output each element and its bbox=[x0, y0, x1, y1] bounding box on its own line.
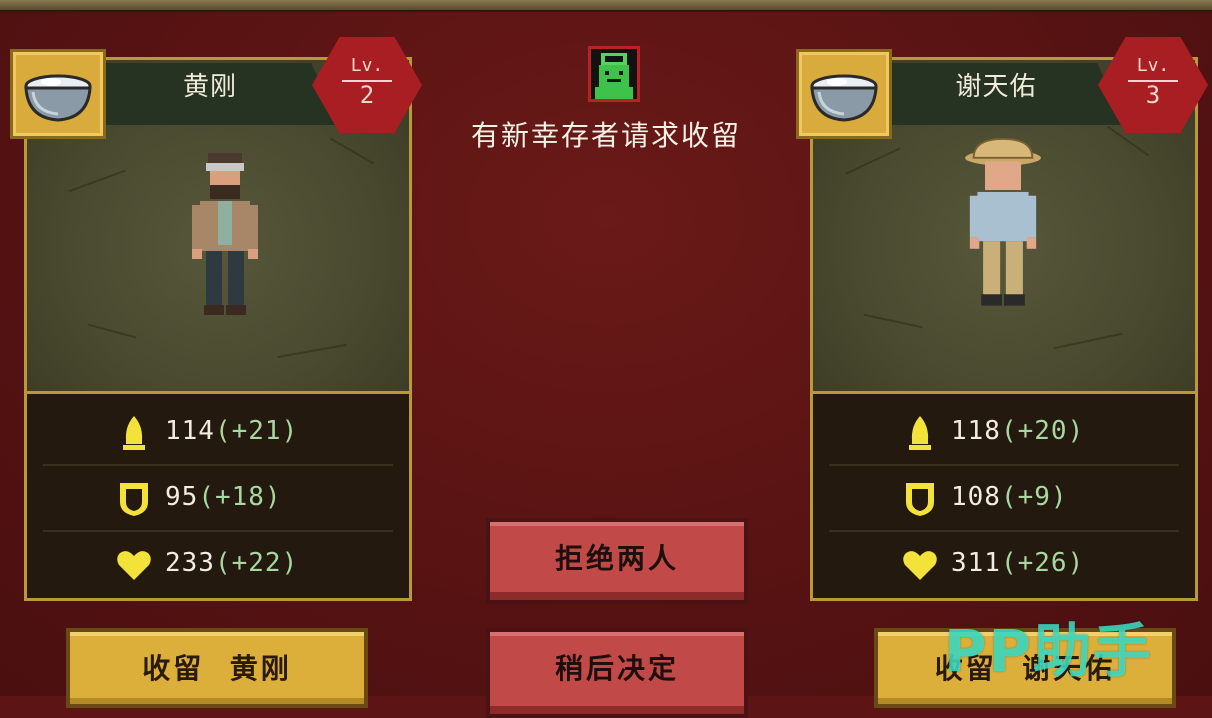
survivor-name: 黄刚 bbox=[182, 72, 237, 102]
wall-crack bbox=[1053, 332, 1123, 350]
stats-panel: 114(+21) 95(+18) 233(+22) bbox=[24, 391, 412, 601]
survivor-card-1[interactable]: 黄刚 Lv. 2 114(+21) 95(+18) 233(+22) bbox=[10, 37, 422, 605]
stat-health: 233(+22) bbox=[27, 532, 409, 598]
decide-later-button[interactable]: 稍后决定 bbox=[486, 628, 748, 718]
stat-defense: 95(+18) bbox=[27, 466, 409, 532]
accept-label: 收留 黄刚 bbox=[142, 652, 292, 685]
bullet-icon bbox=[123, 416, 145, 450]
defense-value: 95 bbox=[165, 482, 199, 512]
decide-later-label: 稍后决定 bbox=[554, 652, 679, 685]
level-label: Lv. bbox=[350, 55, 384, 76]
level-label: Lv. bbox=[1136, 55, 1170, 76]
defense-value: 108 bbox=[951, 482, 1001, 512]
health-value: 233 bbox=[165, 548, 215, 578]
reject-both-label: 拒绝两人 bbox=[554, 542, 679, 575]
wall-crack bbox=[863, 313, 923, 329]
attack-bonus: (+20) bbox=[1000, 416, 1085, 446]
stat-health: 311(+26) bbox=[813, 532, 1195, 598]
heart-icon bbox=[117, 551, 151, 580]
accept-survivor-1-button[interactable]: 收留 黄刚 bbox=[66, 628, 368, 708]
survivor-sprite bbox=[192, 153, 258, 315]
survivor-card-2[interactable]: 谢天佑 Lv. 3 118(+20) 108(+9) 311(+26) bbox=[796, 37, 1208, 605]
stat-attack: 118(+20) bbox=[813, 400, 1195, 466]
shield-icon bbox=[120, 483, 148, 516]
stats-panel: 118(+20) 108(+9) 311(+26) bbox=[810, 391, 1198, 601]
defense-bonus: (+18) bbox=[198, 482, 282, 512]
bullet-icon bbox=[909, 416, 931, 450]
wall-crack bbox=[68, 169, 126, 193]
defense-bonus: (+9) bbox=[1000, 482, 1068, 512]
level-value: 2 bbox=[359, 81, 375, 109]
health-bonus: (+26) bbox=[1000, 548, 1085, 578]
attack-bonus: (+21) bbox=[214, 416, 299, 446]
wall-crack bbox=[277, 343, 347, 359]
heart-icon bbox=[903, 551, 937, 580]
wall-crack bbox=[845, 147, 901, 175]
watermark: PP助手 bbox=[944, 617, 1154, 685]
health-bonus: (+22) bbox=[214, 548, 299, 578]
attack-value: 114 bbox=[165, 416, 215, 446]
attack-value: 118 bbox=[951, 416, 1001, 446]
shield-icon bbox=[906, 483, 934, 516]
survivor-face-icon bbox=[588, 46, 640, 102]
request-title: 有新幸存者请求收留 bbox=[470, 119, 741, 152]
rice-bowl-icon bbox=[10, 49, 106, 139]
stat-defense: 108(+9) bbox=[813, 466, 1195, 532]
level-value: 3 bbox=[1145, 81, 1161, 109]
survivor-sprite bbox=[965, 137, 1041, 306]
health-value: 311 bbox=[951, 548, 1001, 578]
stat-attack: 114(+21) bbox=[27, 400, 409, 466]
wall-crack bbox=[87, 323, 137, 339]
wall-crack bbox=[329, 137, 375, 165]
top-frame bbox=[0, 0, 1212, 12]
reject-both-button[interactable]: 拒绝两人 bbox=[486, 518, 748, 604]
survivor-name: 谢天佑 bbox=[955, 72, 1037, 102]
